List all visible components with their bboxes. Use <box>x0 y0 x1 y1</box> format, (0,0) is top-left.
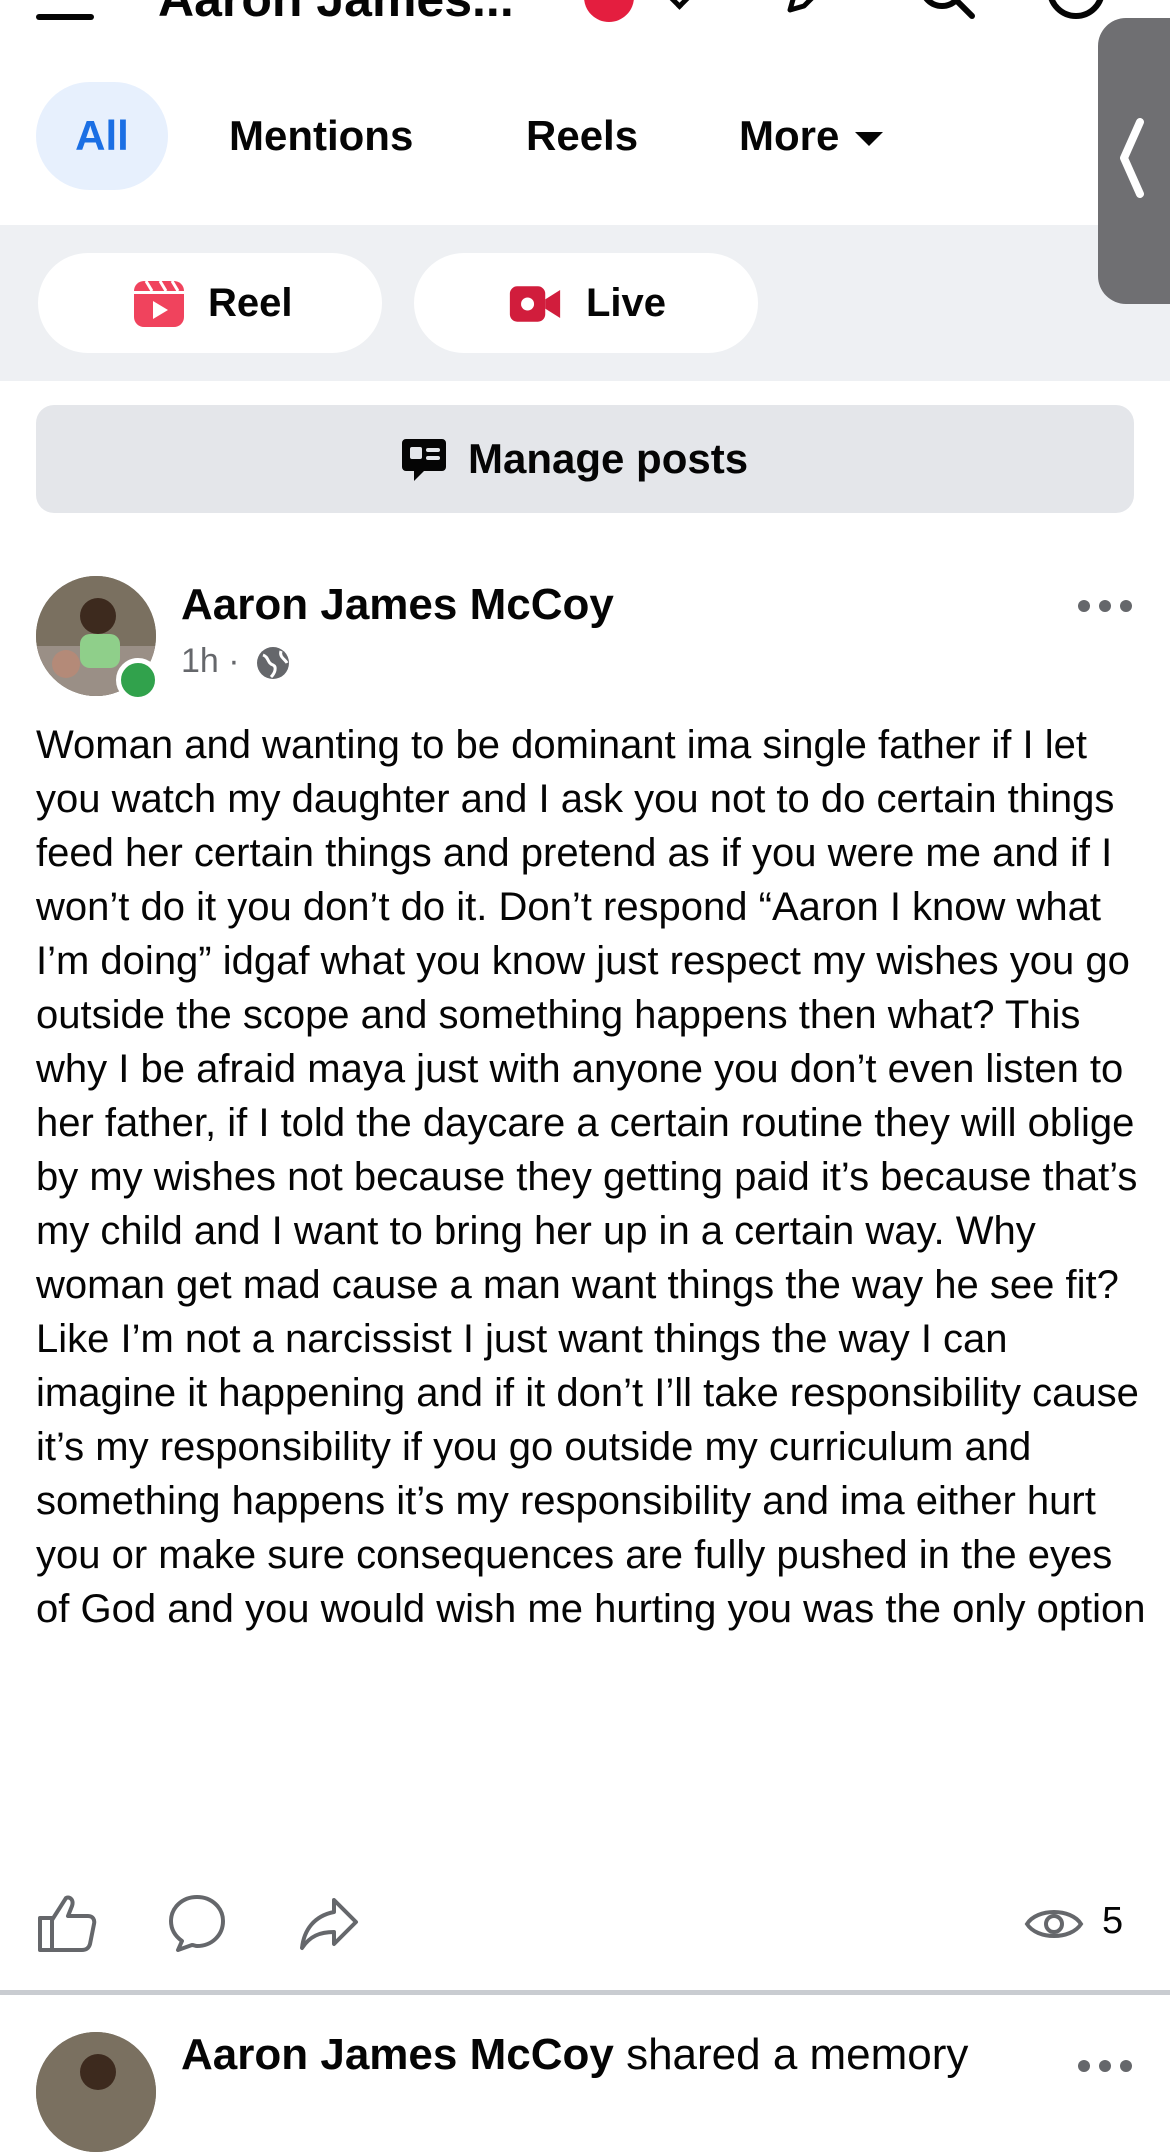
tab-all[interactable]: All <box>36 82 168 190</box>
messenger-icon[interactable] <box>1046 0 1106 20</box>
menu-icon[interactable] <box>36 14 94 20</box>
online-status-dot <box>116 658 160 702</box>
edit-icon[interactable] <box>780 0 840 20</box>
next-post-author[interactable]: Aaron James McCoy <box>181 2030 614 2079</box>
manage-posts-label: Manage posts <box>468 435 749 482</box>
post-author-name[interactable]: Aaron James McCoy <box>181 580 614 630</box>
create-reel-button[interactable]: Reel <box>38 253 382 353</box>
post-meta: 1h · <box>181 642 291 681</box>
views-eye-icon <box>1024 1910 1084 1938</box>
reel-label: Reel <box>208 281 293 325</box>
manage-posts-button[interactable]: Manage posts <box>36 405 1134 513</box>
avatar-photo <box>36 2032 156 2152</box>
next-post-action: shared a memory <box>626 2030 969 2079</box>
tab-more-label: More <box>739 112 840 159</box>
like-icon[interactable] <box>36 1892 98 1954</box>
comment-icon[interactable] <box>166 1892 228 1954</box>
reel-icon <box>134 280 184 327</box>
share-icon[interactable] <box>298 1892 360 1954</box>
post-actions: 5 <box>0 1892 1170 1962</box>
view-count: 5 <box>1102 1900 1124 1942</box>
search-icon[interactable] <box>916 0 976 20</box>
tab-mentions[interactable]: Mentions <box>229 82 413 190</box>
post-time[interactable]: 1h <box>181 642 219 680</box>
globe-icon <box>257 647 290 680</box>
post-divider <box>0 1990 1170 1995</box>
create-strip: Reel Live <box>0 225 1170 381</box>
top-bar: Aaron James... <box>0 0 1170 40</box>
next-post-header: Aaron James McCoy shared a memory <box>181 2030 968 2080</box>
more-options-icon[interactable] <box>1078 600 1132 614</box>
next-post-avatar[interactable] <box>36 2032 156 2152</box>
tab-reels[interactable]: Reels <box>526 82 638 190</box>
caret-down-icon <box>855 131 884 146</box>
chevron-left-icon <box>1120 118 1144 198</box>
manage-posts-icon <box>402 439 446 481</box>
live-label: Live <box>586 281 667 325</box>
next-post-more-icon[interactable] <box>1078 2060 1132 2074</box>
post-text: Woman and wanting to be dominant ima sin… <box>36 723 1146 1631</box>
page-title[interactable]: Aaron James... <box>158 0 514 28</box>
meta-separator: · <box>228 642 240 680</box>
chevron-down-icon[interactable] <box>663 0 696 10</box>
video-camera-icon <box>509 286 561 322</box>
tab-more[interactable]: More <box>739 82 884 190</box>
notification-badge <box>584 0 634 22</box>
go-live-button[interactable]: Live <box>414 253 758 353</box>
side-panel-handle[interactable] <box>1098 18 1170 304</box>
filter-tabs: All Mentions Reels More <box>0 82 1170 192</box>
